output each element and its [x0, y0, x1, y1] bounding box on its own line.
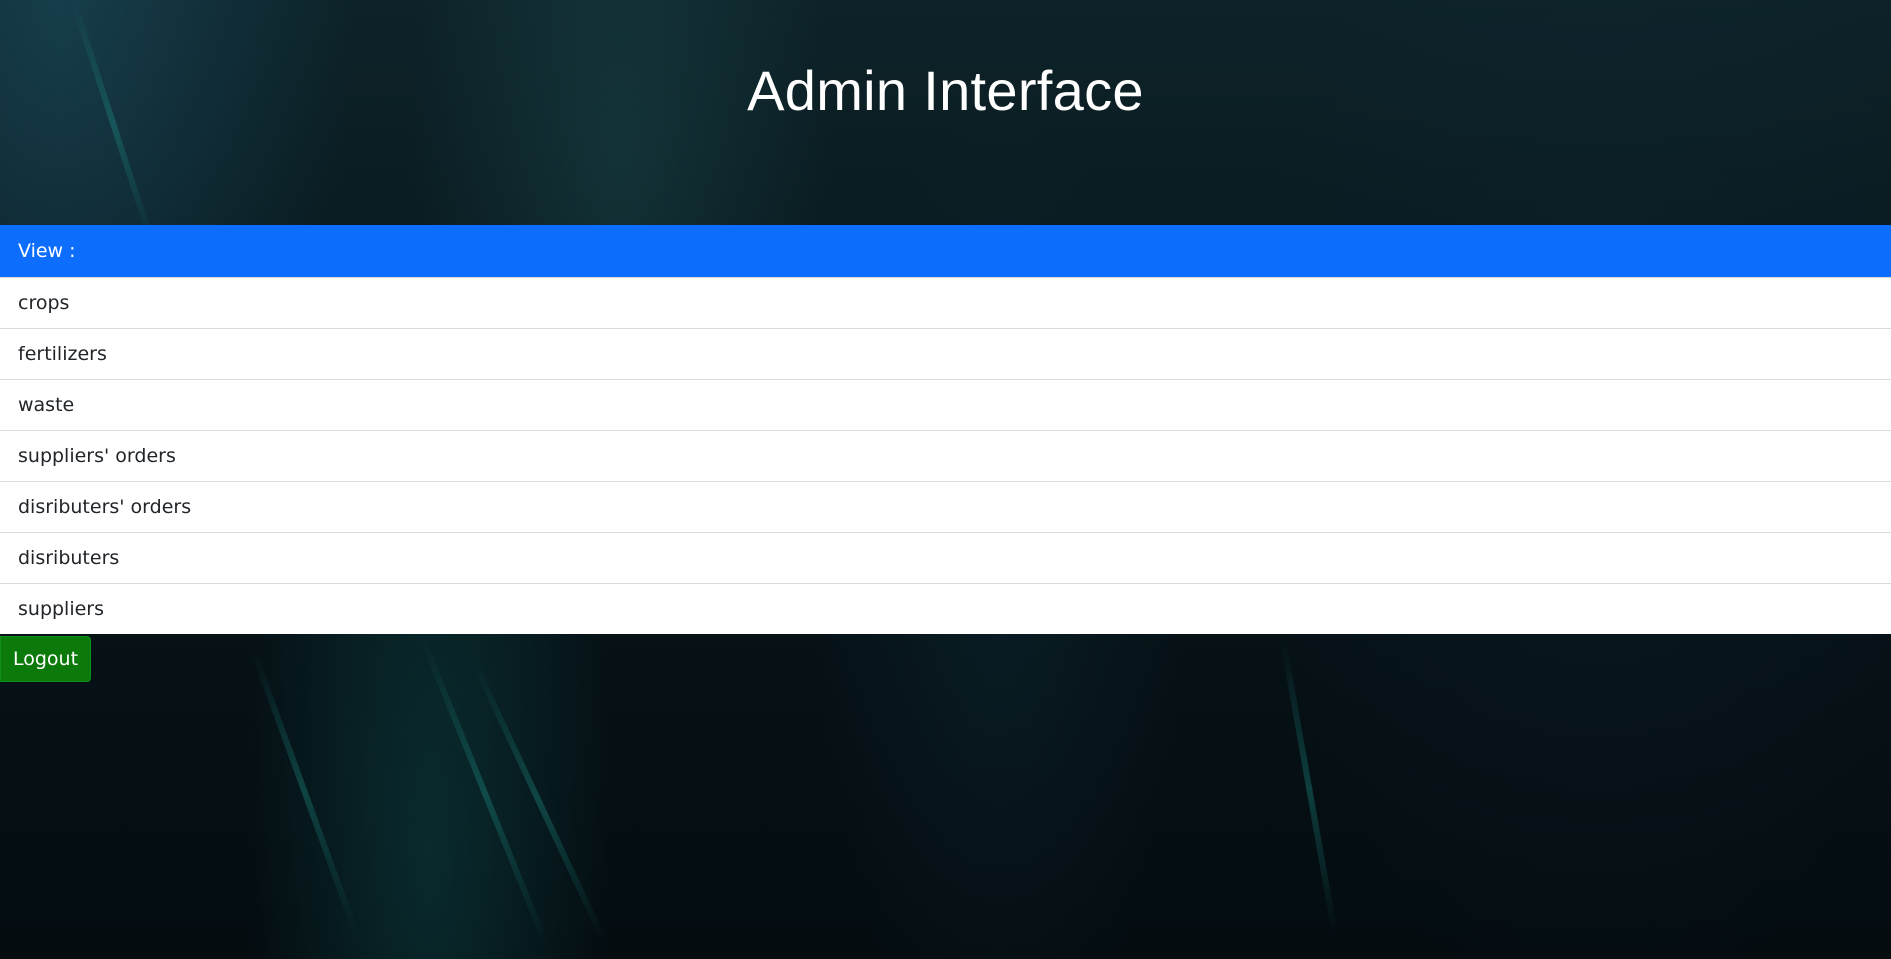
menu-item-waste[interactable]: waste: [0, 379, 1891, 430]
page-header: Admin Interface: [0, 0, 1891, 225]
menu-item-fertilizers[interactable]: fertilizers: [0, 328, 1891, 379]
menu-item-suppliers-orders[interactable]: suppliers' orders: [0, 430, 1891, 481]
view-menu: View : crops fertilizers waste suppliers…: [0, 225, 1891, 634]
menu-item-crops[interactable]: crops: [0, 277, 1891, 328]
menu-item-distributors-orders[interactable]: disributers' orders: [0, 481, 1891, 532]
view-menu-header: View :: [0, 225, 1891, 277]
background-streak: [250, 648, 359, 933]
menu-item-distributors[interactable]: disributers: [0, 532, 1891, 583]
menu-item-suppliers[interactable]: suppliers: [0, 583, 1891, 634]
background-streak: [1280, 639, 1339, 936]
page-title: Admin Interface: [747, 59, 1144, 122]
logout-button[interactable]: Logout: [0, 636, 91, 682]
